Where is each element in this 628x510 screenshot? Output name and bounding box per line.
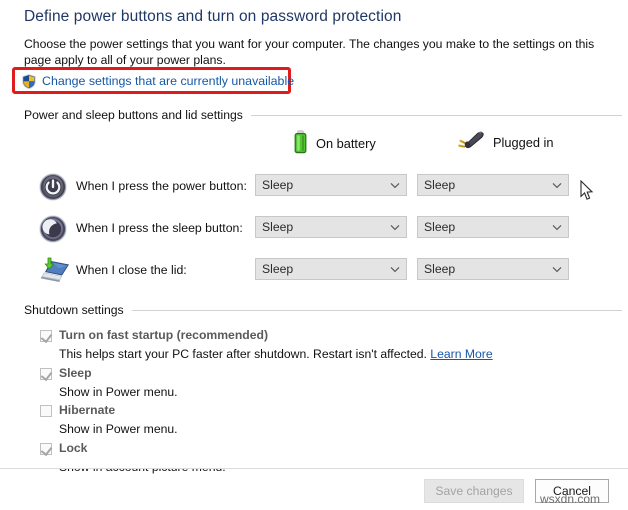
group-label: Shutdown settings: [24, 303, 124, 317]
mouse-cursor: [580, 179, 594, 204]
checkbox-item-sleep: Sleep Show in Power menu.: [40, 366, 178, 399]
dropdown-close-lid-plugged-in[interactable]: Sleep: [417, 258, 569, 280]
setting-row-sleep-button: When I press the sleep button: Sleep Sle…: [38, 214, 628, 244]
chevron-down-icon: [384, 182, 406, 189]
power-button-icon: [38, 172, 72, 202]
checkbox-description: This helps start your PC faster after sh…: [59, 347, 493, 361]
battery-icon: [293, 130, 308, 157]
checkbox-description: Show in Power menu.: [59, 385, 178, 399]
checkbox-item-lock: Lock Show in account picture menu.: [40, 441, 226, 474]
checkbox-label[interactable]: Hibernate: [59, 403, 115, 417]
group-divider: [250, 114, 622, 116]
setting-label: When I press the sleep button:: [76, 221, 243, 235]
group-label: Power and sleep buttons and lid settings: [24, 108, 243, 122]
save-changes-button[interactable]: Save changes: [424, 479, 524, 503]
change-settings-link-label[interactable]: Change settings that are currently unava…: [42, 74, 294, 88]
watermark: wsxdn.com: [540, 492, 601, 506]
checkbox-label[interactable]: Turn on fast startup (recommended): [59, 328, 268, 342]
footer-divider: [0, 468, 628, 469]
column-label: On battery: [316, 136, 376, 151]
chevron-down-icon: [546, 266, 568, 273]
chevron-down-icon: [546, 182, 568, 189]
page-title: Define power buttons and turn on passwor…: [24, 8, 402, 25]
group-header-shutdown-settings: Shutdown settings: [24, 303, 622, 317]
power-plug-icon: [455, 130, 485, 155]
checkbox-label[interactable]: Sleep: [59, 366, 92, 380]
group-divider: [131, 309, 622, 311]
description-text: This helps start your PC faster after sh…: [59, 347, 427, 361]
dropdown-power-button-plugged-in[interactable]: Sleep: [417, 174, 569, 196]
setting-label: When I press the power button:: [76, 179, 247, 193]
chevron-down-icon: [384, 224, 406, 231]
dropdown-value: Sleep: [262, 220, 294, 234]
learn-more-link[interactable]: Learn More: [430, 347, 492, 361]
checkbox-fast-startup[interactable]: [40, 330, 52, 342]
change-settings-link-row[interactable]: Change settings that are currently unava…: [22, 72, 294, 90]
checkbox-item-hibernate: Hibernate Show in Power menu.: [40, 403, 178, 436]
checkbox-hibernate[interactable]: [40, 405, 52, 417]
chevron-down-icon: [546, 224, 568, 231]
column-header-on-battery: On battery: [293, 130, 376, 157]
checkbox-description: Show in Power menu.: [59, 422, 178, 436]
checkbox-label[interactable]: Lock: [59, 441, 87, 455]
setting-label: When I close the lid:: [76, 263, 187, 277]
setting-row-close-lid: When I close the lid: Sleep Sleep: [38, 256, 628, 286]
dropdown-value: Sleep: [262, 178, 294, 192]
column-label: Plugged in: [493, 135, 554, 150]
checkbox-sleep[interactable]: [40, 368, 52, 380]
setting-row-power-button: When I press the power button: Sleep Sle…: [38, 172, 628, 202]
shield-icon: [22, 73, 36, 89]
checkbox-item-fast-startup: Turn on fast startup (recommended) This …: [40, 328, 493, 361]
dropdown-sleep-button-on-battery[interactable]: Sleep: [255, 216, 407, 238]
dropdown-value: Sleep: [424, 262, 456, 276]
sleep-button-icon: [38, 214, 72, 244]
dropdown-sleep-button-plugged-in[interactable]: Sleep: [417, 216, 569, 238]
column-header-plugged-in: Plugged in: [455, 130, 553, 155]
dropdown-value: Sleep: [424, 220, 456, 234]
laptop-lid-icon: [38, 256, 72, 286]
chevron-down-icon: [384, 266, 406, 273]
page-description: Choose the power settings that you want …: [24, 37, 595, 67]
dropdown-power-button-on-battery[interactable]: Sleep: [255, 174, 407, 196]
dropdown-value: Sleep: [262, 262, 294, 276]
group-header-power-and-sleep: Power and sleep buttons and lid settings: [24, 108, 622, 122]
dropdown-value: Sleep: [424, 178, 456, 192]
dropdown-close-lid-on-battery[interactable]: Sleep: [255, 258, 407, 280]
checkbox-lock[interactable]: [40, 443, 52, 455]
